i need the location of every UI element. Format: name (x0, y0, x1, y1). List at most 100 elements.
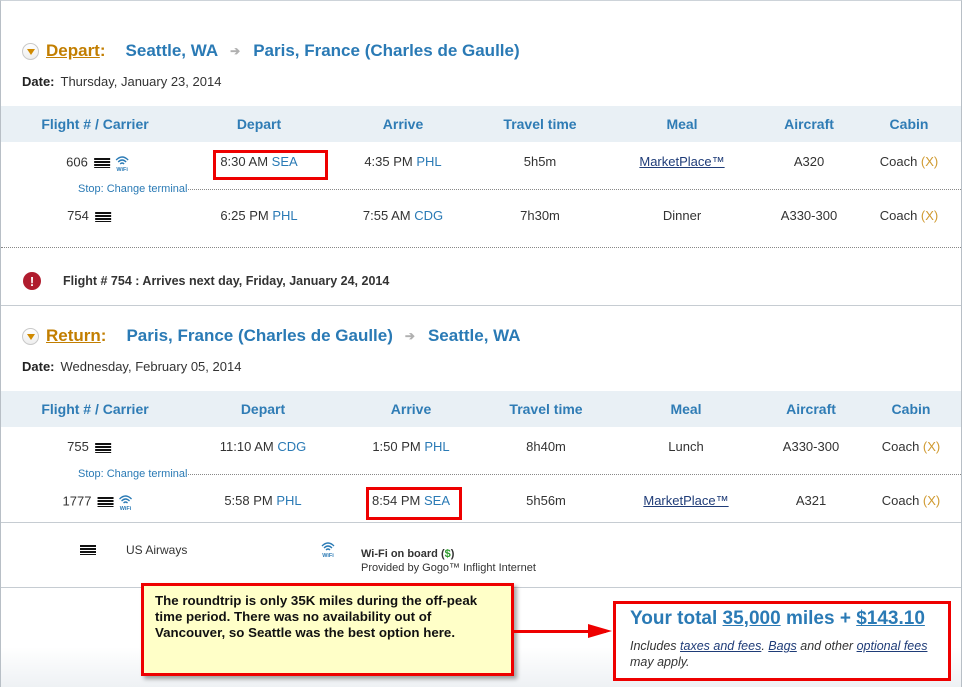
cabin-code: (X) (920, 154, 939, 169)
total-miles-link[interactable]: 35,000 (723, 608, 781, 629)
cabin-class: Coach (879, 208, 918, 223)
depart-label-link[interactable]: Depart (46, 41, 100, 61)
cabin-cell: Coach (X) (880, 154, 939, 169)
total-summary: Your total 35,000 miles + $143.10 Includ… (613, 601, 951, 681)
total-line: Your total 35,000 miles + $143.10 (630, 608, 948, 630)
arrive-cell: 1:50 PM PHL (372, 439, 449, 454)
col-cabin: Cabin (889, 116, 929, 132)
text: Includes (630, 639, 681, 653)
arrive-cell: 7:55 AM CDG (363, 208, 443, 223)
svg-text:WiFi: WiFi (120, 506, 132, 511)
cabin-code: (X) (920, 208, 939, 223)
arrive-time: 1:50 PM (372, 439, 421, 454)
paren: ) (450, 548, 455, 560)
depart-time: 11:10 AM (219, 439, 274, 454)
col-aircraft: Aircraft (786, 401, 836, 417)
cabin-class: Coach (879, 154, 918, 169)
col-meal: Meal (666, 116, 698, 132)
bags-link[interactable]: Bags (768, 639, 797, 653)
travel-time: 5h5m (523, 154, 557, 169)
depart-airport: PHL (276, 493, 302, 508)
return-table-header: Flight # / Carrier Depart Arrive Travel … (1, 391, 961, 427)
arrow-right-icon: ➔ (230, 44, 241, 58)
depart-cell: 11:10 AM CDG (220, 439, 306, 454)
exclamation-icon: ! (23, 272, 41, 290)
arrive-airport: CDG (414, 208, 444, 223)
depart-date: Date: Thursday, January 23, 2014 (22, 74, 221, 89)
total-price-link[interactable]: $143.10 (856, 608, 925, 629)
aircraft: A330-300 (782, 439, 840, 454)
dotted-divider (1, 247, 961, 248)
col-meal: Meal (670, 401, 702, 417)
date-value: Thursday, January 23, 2014 (60, 74, 222, 89)
divider (1, 522, 961, 523)
text: and other (796, 639, 857, 653)
aircraft: A320 (793, 154, 825, 169)
depart-cell: 5:58 PM PHL (224, 493, 301, 508)
return-segment-header: Return : Paris, France (Charles de Gaull… (22, 326, 521, 346)
next-day-alert: ! Flight # 754 : Arrives next day, Frida… (23, 272, 389, 290)
cabin-cell: Coach (X) (882, 493, 941, 508)
col-travel-time: Travel time (509, 401, 583, 417)
col-depart: Depart (240, 401, 286, 417)
annotation-arrow-head (588, 624, 612, 638)
flight-number: 606 (66, 154, 88, 170)
depart-cell: 6:25 PM PHL (220, 208, 297, 223)
taxes-fees-link[interactable]: taxes and fees (680, 639, 761, 653)
arrow-right-icon: ➔ (404, 329, 415, 343)
carrier-name: US Airways (126, 543, 188, 557)
aircraft: A321 (795, 493, 827, 508)
alert-text: Flight # 754 : Arrives next day, Friday,… (63, 274, 390, 288)
meal-link[interactable]: MarketPlace™ (639, 154, 724, 169)
cabin-class: Coach (881, 493, 920, 508)
col-flight-carrier: Flight # / Carrier (41, 116, 149, 132)
depart-time: 5:58 PM (224, 493, 273, 508)
stop-info: Stop: Change terminal (78, 468, 188, 480)
depart-table-header: Flight # / Carrier Depart Arrive Travel … (1, 106, 961, 142)
meal: Lunch (668, 439, 704, 454)
flight-number-cell: 755 (67, 439, 111, 454)
date-label: Date: (22, 74, 55, 89)
flight-number-cell: 606 WiFi (66, 154, 130, 173)
col-depart: Depart (236, 116, 282, 132)
us-flag-icon (97, 497, 114, 507)
cabin-cell: Coach (X) (882, 439, 941, 454)
highlight-box (366, 487, 462, 520)
collapse-toggle-icon[interactable] (22, 42, 39, 60)
colon: : (100, 326, 107, 345)
wifi-provider: Provided by Gogo™ Inflight Internet (361, 562, 536, 574)
origin-city: Paris, France (Charles de Gaulle) (126, 326, 393, 345)
col-arrive: Arrive (390, 401, 432, 417)
origin-city: Seattle, WA (125, 41, 219, 60)
highlight-box (213, 150, 328, 180)
arrive-time: 4:35 PM (364, 154, 413, 169)
us-flag-icon (80, 545, 96, 555)
cabin-code: (X) (922, 439, 941, 454)
col-flight-carrier: Flight # / Carrier (41, 401, 149, 417)
wifi-title: Wi-Fi on board ( (361, 548, 445, 560)
text: may apply. (630, 655, 690, 669)
aircraft: A330-300 (780, 208, 838, 223)
wifi-info: Wi-Fi on board ($) Provided by Gogo™ Inf… (361, 547, 536, 575)
depart-segment-header: Depart : Seattle, WA ➔ Paris, France (Ch… (22, 41, 520, 61)
flight-number-cell: 754 (67, 208, 111, 223)
depart-time: 6:25 PM (220, 208, 269, 223)
dotted-divider (188, 189, 961, 190)
cabin-cell: Coach (X) (880, 208, 939, 223)
wifi-icon: WiFi (114, 154, 130, 173)
cabin-code: (X) (922, 493, 941, 508)
us-flag-icon (93, 158, 110, 168)
travel-time: 8h40m (526, 439, 566, 454)
meal-link[interactable]: MarketPlace™ (643, 493, 728, 508)
collapse-toggle-icon[interactable] (22, 327, 39, 345)
date-value: Wednesday, February 05, 2014 (60, 359, 242, 374)
optional-fees-link[interactable]: optional fees (857, 639, 928, 653)
meal: Dinner (662, 208, 702, 223)
svg-text:WiFi: WiFi (116, 167, 128, 172)
flight-number: 1777 (62, 493, 92, 509)
return-label-link[interactable]: Return (46, 326, 101, 346)
col-aircraft: Aircraft (784, 116, 834, 132)
arrive-airport: PHL (416, 154, 442, 169)
flight-number: 754 (67, 208, 89, 223)
arrive-time: 7:55 AM (362, 208, 411, 223)
